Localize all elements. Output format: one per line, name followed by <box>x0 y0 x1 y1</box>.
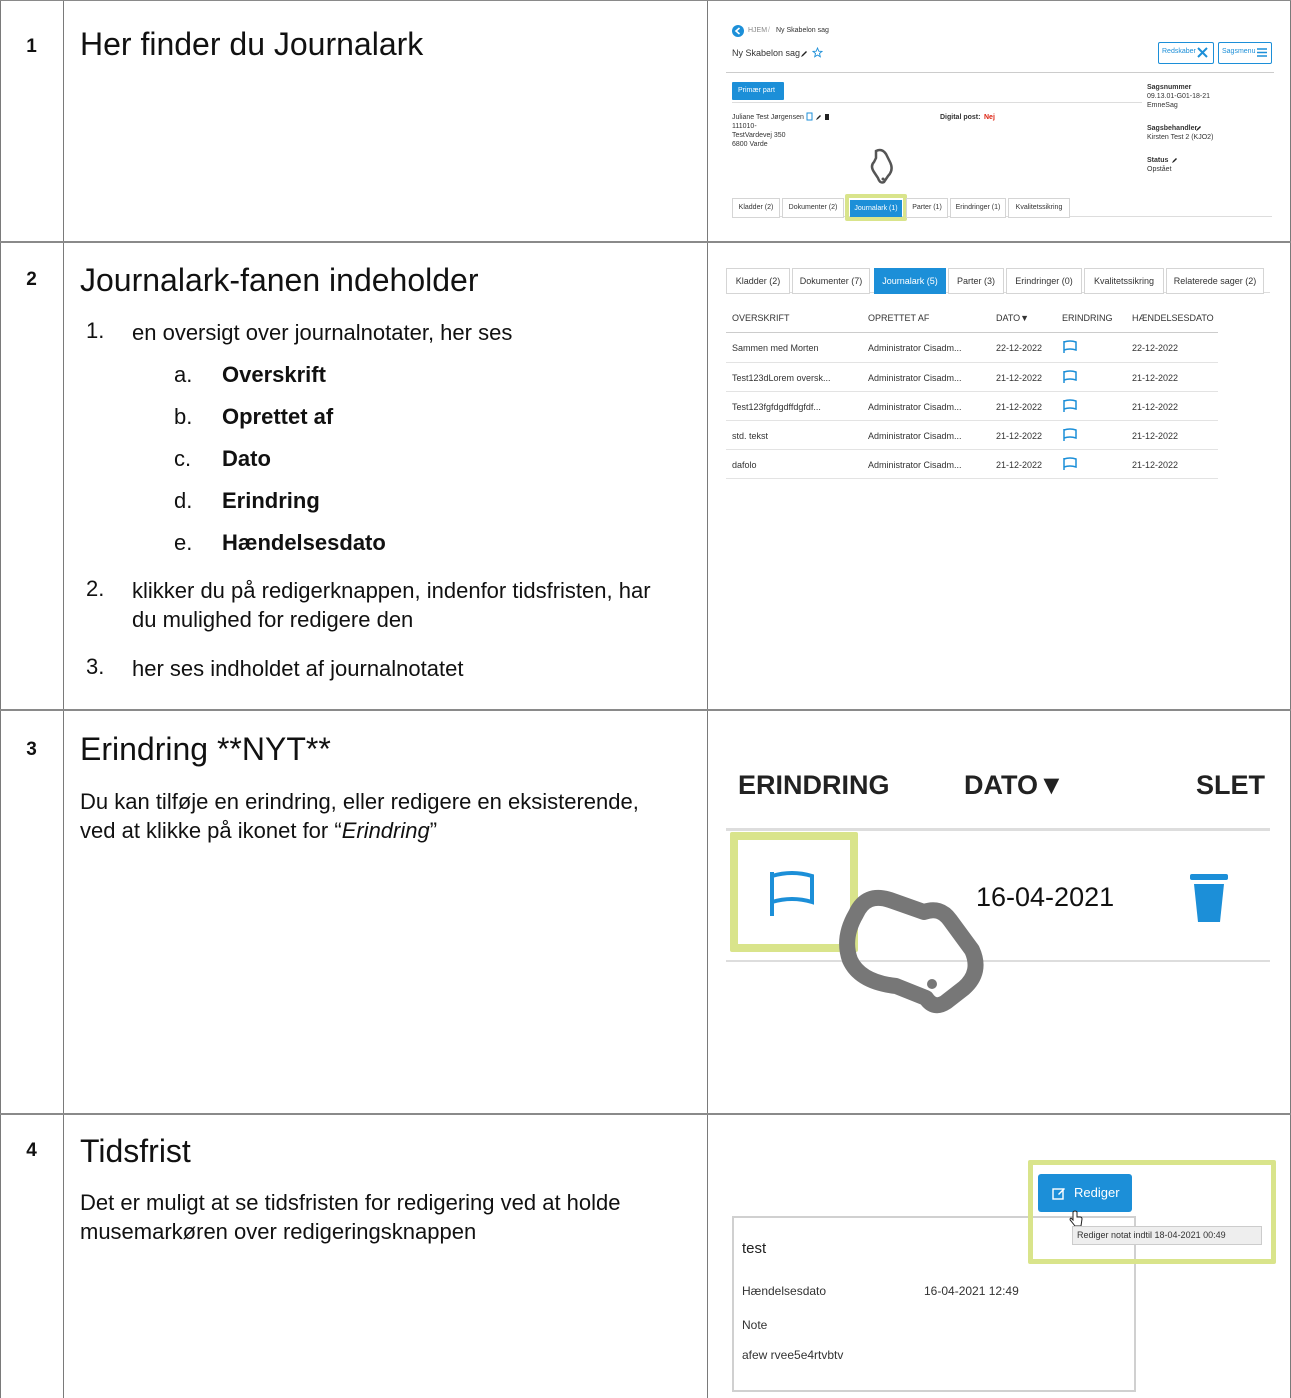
tab-kvalitetssikring[interactable]: Kvalitetssikring <box>1084 268 1164 294</box>
tooltip: Rediger notat indtil 18-04-2021 00:49 <box>1072 1226 1262 1245</box>
primary-party-tab[interactable]: Primær part <box>732 82 784 100</box>
status-label: Status <box>1147 157 1169 164</box>
flag-icon[interactable] <box>1062 370 1078 384</box>
pointer-hand-icon <box>870 148 893 184</box>
step-description: Du kan tilføje en erindring, eller redig… <box>80 789 639 843</box>
highlight-box <box>845 194 907 221</box>
party-actions-icons[interactable] <box>806 112 830 121</box>
back-arrow-icon <box>732 25 744 37</box>
tab-erindringer[interactable]: Erindringer (0) <box>1006 268 1082 294</box>
journal-list-screenshot: Kladder (2) Dokumenter (7) Journalark (5… <box>722 262 1278 492</box>
pencil-icon[interactable] <box>1195 124 1203 132</box>
divider <box>732 102 1142 103</box>
flag-icon[interactable] <box>1062 340 1078 354</box>
reminder-zoom-screenshot: ERINDRING DATO▼ SLET 16-04-2021 <box>722 750 1278 1050</box>
trash-icon[interactable] <box>1188 872 1230 924</box>
step-heading: Erindring **NYT** <box>80 731 331 767</box>
divider <box>726 72 1274 73</box>
divider <box>726 828 1270 831</box>
note-label: Note <box>742 1318 768 1332</box>
note-content: afew rvee5e4rtvbtv <box>742 1348 844 1362</box>
flag-icon[interactable] <box>1062 428 1078 442</box>
case-screenshot: HJEM / Ny Skabelon sag Ny Skabelon sag R… <box>722 18 1278 228</box>
case-number-value: 09.13.01-G01-18-21 <box>1147 93 1211 100</box>
case-number-label: Sagsnummer <box>1147 84 1192 91</box>
table-divider-num <box>63 0 64 1398</box>
case-type: EmneSag <box>1147 102 1178 109</box>
step-description: Det er muligt at se tidsfristen for redi… <box>80 1190 621 1244</box>
event-date-label: Hændelsesdato <box>742 1284 827 1298</box>
step-number: 4 <box>26 1140 37 1161</box>
tools-icon <box>1197 47 1208 58</box>
row-line-1 <box>0 241 1291 243</box>
edit-button[interactable]: Rediger <box>1038 1174 1132 1212</box>
tools-button[interactable]: Redskaber <box>1158 42 1214 64</box>
table-divider-mid <box>707 0 708 1398</box>
party-street: TestVardevej 350 <box>732 132 786 139</box>
flag-icon[interactable] <box>1062 457 1078 471</box>
reminder-date: 16-04-2021 <box>976 882 1115 912</box>
tab-journalark[interactable]: Journalark (5) <box>874 268 946 294</box>
event-date-value: 16-04-2021 12:49 <box>924 1284 1019 1298</box>
step-heading: Tidsfrist <box>80 1133 191 1169</box>
star-icon[interactable] <box>812 47 823 58</box>
tab-kladder[interactable]: Kladder (2) <box>732 198 780 218</box>
table-border-left <box>0 0 1 1398</box>
breadcrumb-separator: / <box>768 27 770 34</box>
table-row[interactable]: std. tekst Administrator Cisadm... 21-12… <box>726 421 1218 450</box>
pencil-icon[interactable] <box>1171 156 1179 164</box>
digital-post-label: Digital post: <box>940 114 981 121</box>
column-header[interactable]: DATO▼ <box>996 313 1029 323</box>
pointer-hand-icon <box>839 889 984 1014</box>
pencil-icon[interactable] <box>800 49 809 58</box>
table-row[interactable]: Sammen med Morten Administrator Cisadm..… <box>726 333 1218 363</box>
column-header-erindring[interactable]: ERINDRING <box>738 770 890 801</box>
tab-dokumenter[interactable]: Dokumenter (7) <box>792 268 870 294</box>
edit-icon <box>1052 1188 1065 1200</box>
breadcrumb-home[interactable]: HJEM <box>748 27 767 34</box>
row-line-top <box>0 0 1291 1</box>
case-handler-value: Kirsten Test 2 (KJO2) <box>1147 134 1214 141</box>
case-title: Ny Skabelon sag <box>732 48 801 58</box>
step-number: 1 <box>26 36 37 57</box>
edit-deadline-screenshot: test Hændelsesdato 16-04-2021 12:49 Note… <box>722 1160 1278 1392</box>
row-line-2 <box>0 709 1291 711</box>
tab-kladder[interactable]: Kladder (2) <box>726 268 790 294</box>
document-table: 1 Her finder du Journalark HJEM / Ny Ska… <box>0 0 1291 1398</box>
case-handler-label: Sagsbehandler <box>1147 125 1198 132</box>
flag-icon[interactable] <box>768 870 816 918</box>
step-heading: Journalark-fanen indeholder <box>80 262 479 298</box>
step-number: 2 <box>26 269 37 290</box>
tab-relaterede-sager[interactable]: Relaterede sager (2) <box>1166 268 1264 294</box>
tab-parter[interactable]: Parter (3) <box>948 268 1004 294</box>
table-row[interactable]: Test123dLorem oversk... Administrator Ci… <box>726 363 1218 392</box>
party-cpr: 111010- <box>732 123 757 130</box>
note-title: test <box>742 1240 767 1257</box>
party-name: Juliane Test Jørgensen <box>732 114 804 121</box>
column-header[interactable]: OPRETTET AF <box>868 313 929 323</box>
column-header-slet: SLET <box>1196 770 1266 800</box>
tab-kvalitetssikring[interactable]: Kvalitetssikring <box>1008 198 1070 218</box>
status-value: Opstået <box>1147 166 1172 173</box>
step-number: 3 <box>26 739 37 760</box>
table-row[interactable]: dafolo Administrator Cisadm... 21-12-202… <box>726 450 1218 479</box>
table-row[interactable]: Test123fgfdgdffdgfdf... Administrator Ci… <box>726 392 1218 421</box>
tab-erindringer[interactable]: Erindringer (1) <box>950 198 1006 218</box>
menu-icon <box>1257 48 1267 57</box>
column-header-dato[interactable]: DATO▼ <box>964 770 1065 801</box>
divider <box>726 960 1270 962</box>
column-header[interactable]: ERINDRING <box>1062 313 1113 323</box>
digital-post-value: Nej <box>984 114 995 121</box>
tab-dokumenter[interactable]: Dokumenter (2) <box>782 198 844 218</box>
case-menu-button[interactable]: Sagsmenu <box>1218 42 1272 64</box>
column-header[interactable]: OVERSKRIFT <box>732 313 790 323</box>
tab-parter[interactable]: Parter (1) <box>906 198 948 218</box>
step-heading: Her finder du Journalark <box>80 26 424 62</box>
column-header[interactable]: HÆNDELSESDATO <box>1132 313 1214 323</box>
row-line-3 <box>0 1113 1291 1115</box>
flag-icon[interactable] <box>1062 399 1078 413</box>
breadcrumb-case: Ny Skabelon sag <box>776 27 829 34</box>
party-city: 6800 Varde <box>732 141 768 148</box>
